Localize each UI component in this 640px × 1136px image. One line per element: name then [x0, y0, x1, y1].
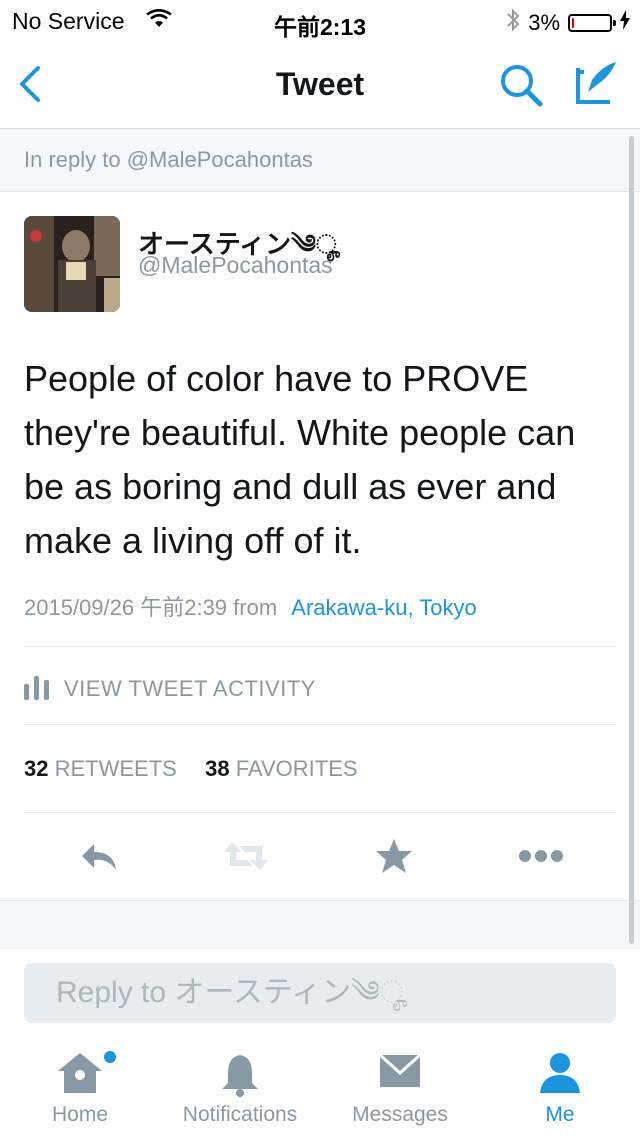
from-label: from [233, 595, 278, 620]
tab-messages-label: Messages [352, 1103, 448, 1126]
tab-home[interactable]: Home [0, 1037, 160, 1136]
favorite-star-icon[interactable] [374, 836, 414, 881]
retweet-icon[interactable] [222, 836, 270, 881]
reply-composer: Reply to オースティン༄ೄ [0, 949, 640, 1037]
tab-notifications[interactable]: Notifications [160, 1037, 320, 1136]
tab-bar: Home Notifications Messages Me [0, 1037, 640, 1136]
divider [24, 646, 616, 647]
scrollbar[interactable] [629, 136, 634, 944]
bluetooth-icon [506, 8, 520, 38]
navigation-bar: Tweet [0, 40, 640, 129]
tweet-meta: 2015/09/26 午前2:39 from Arakawa-ku, Tokyo [24, 590, 477, 622]
search-icon[interactable] [498, 62, 544, 113]
reply-input[interactable]: Reply to オースティン༄ೄ [24, 963, 616, 1023]
section-separator [0, 900, 640, 949]
tab-messages[interactable]: Messages [320, 1037, 480, 1136]
author-handle[interactable]: @MalePocahontas [138, 252, 333, 279]
view-tweet-activity-button[interactable]: VIEW TWEET ACTIVITY [24, 672, 316, 706]
tweet-timestamp: 2015/09/26 午前2:39 [24, 595, 228, 620]
favorites-label[interactable]: FAVORITES [236, 756, 358, 781]
status-right: 3% [506, 8, 630, 38]
view-tweet-activity-label: VIEW TWEET ACTIVITY [64, 676, 316, 701]
in-reply-to-label: In reply to @MalePocahontas [24, 147, 313, 172]
retweets-count[interactable]: 32 [24, 756, 48, 781]
in-reply-to-banner[interactable]: In reply to @MalePocahontas [0, 129, 640, 192]
tweet-stats: 32 RETWEETS 38 FAVORITES [24, 756, 358, 782]
person-icon [480, 1051, 640, 1100]
avatar[interactable] [24, 216, 120, 312]
more-options-icon[interactable] [518, 836, 564, 881]
battery-icon [568, 14, 616, 32]
bell-icon [160, 1051, 320, 1102]
tab-notifications-label: Notifications [182, 1103, 298, 1126]
tab-home-label: Home [51, 1103, 109, 1126]
compose-tweet-icon[interactable] [572, 58, 620, 113]
status-bar: No Service 午前2:13 3% [0, 0, 640, 40]
home-icon [0, 1051, 160, 1100]
divider [24, 812, 616, 813]
tab-me-label: Me [545, 1103, 575, 1126]
retweets-label[interactable]: RETWEETS [55, 756, 177, 781]
tweet-text: People of color have to PROVE they're be… [24, 358, 576, 561]
bar-chart-icon [24, 672, 52, 706]
tab-me[interactable]: Me [480, 1037, 640, 1136]
reply-icon[interactable] [78, 836, 118, 881]
favorites-count[interactable]: 38 [205, 756, 229, 781]
tweet-location-link[interactable]: Arakawa-ku, Tokyo [291, 595, 476, 620]
battery-percent: 3% [528, 10, 560, 35]
envelope-icon [320, 1051, 480, 1096]
tweet-actions [0, 828, 640, 884]
divider [24, 724, 616, 725]
page-title: Tweet [275, 66, 365, 102]
new-content-dot [104, 1051, 116, 1063]
charging-icon [620, 10, 630, 36]
